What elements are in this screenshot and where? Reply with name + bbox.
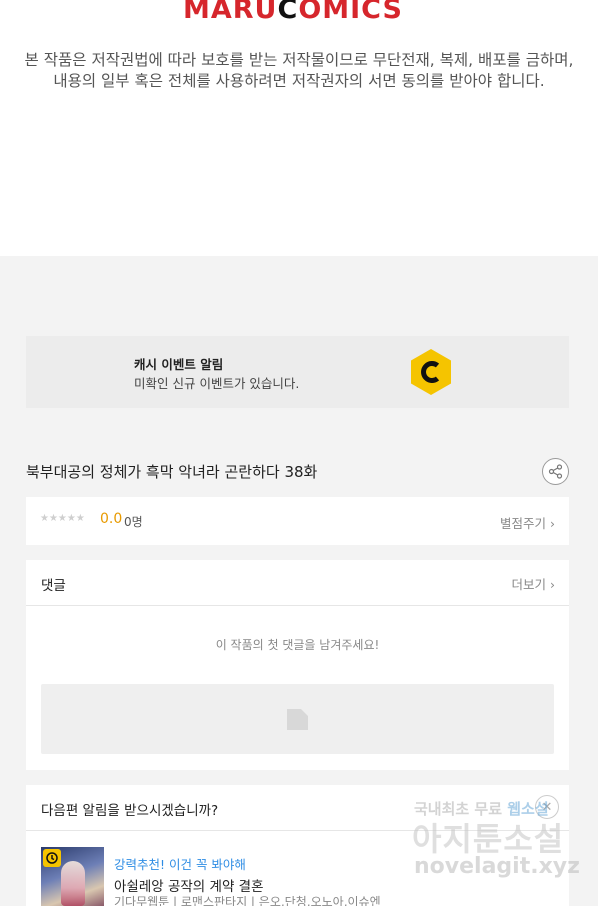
comments-label: 댓글 [41,578,66,594]
comments-more-link[interactable]: 더보기 › [512,574,555,593]
recommendation-title[interactable]: 아쉴레앙 공작의 계약 결혼 [114,875,264,895]
recommendation-thumbnail[interactable] [41,847,104,906]
site-watermark: 국내최초 무료 웹소설 아지툰소설 novelagit.xyz [408,798,583,888]
cash-event-banner[interactable]: 캐시 이벤트 알림 미확인 신규 이벤트가 있습니다. [26,336,569,408]
comments-header: 댓글 더보기 › [26,560,569,606]
comments-empty-message: 이 작품의 첫 댓글을 남겨주세요! [215,638,380,652]
thumbnail-figure [61,861,85,906]
share-button[interactable] [542,458,569,485]
episode-title: 북부대공의 정체가 흑막 악녀라 곤란하다 38화 [26,463,318,481]
next-alert-label: 다음편 알림을 받으시겠습니까? [41,803,219,819]
copyright-line-2: 내용의 일부 혹은 전체를 사용하려면 저작권자의 서면 동의를 받아야 합니다… [53,72,545,90]
write-icon [287,709,308,730]
rate-button[interactable]: 별점주기 › [500,513,555,532]
event-subtitle: 미확인 신규 이벤트가 있습니다. [134,376,300,391]
comments-section: 댓글 더보기 › 이 작품의 첫 댓글을 남겨주세요! [26,560,569,770]
cash-c-icon [411,349,451,395]
copyright-notice: 본 작품은 저작권법에 따라 보호를 받는 저작물이므로 무단전재, 복제, 배… [0,50,598,92]
logo-text-right: OMICS [298,0,403,25]
star-rating: ★★★★★ [40,513,85,524]
comment-input[interactable] [41,684,554,754]
copyright-line-1: 본 작품은 저작권법에 따라 보호를 받는 저작물이므로 무단전재, 복제, 배… [24,51,574,69]
logo-text-c: C [277,0,299,25]
top-section: MARU C OMICS 본 작품은 저작권법에 따라 보호를 받는 저작물이므로… [0,0,598,256]
event-title: 캐시 이벤트 알림 [134,357,224,372]
watermark-line-3: novelagit.xyz [414,854,580,879]
rating-box: ★★★★★ 0.0 0명 별점주기 › [26,497,569,545]
maru-comics-logo: MARU C OMICS [183,0,403,25]
recommendation-genre: 기다무웹툰 | 로맨스판타지 | 은오,단청,오노아,이슈엔 [114,895,381,906]
rating-count: 0명 [124,515,143,529]
recommendation-tag: 강력추천! 이건 꼭 봐야해 [114,857,246,872]
share-icon [548,464,563,479]
logo-text-left: MARU [183,0,278,25]
clock-icon [43,849,61,867]
rating-score: 0.0 [100,511,123,527]
